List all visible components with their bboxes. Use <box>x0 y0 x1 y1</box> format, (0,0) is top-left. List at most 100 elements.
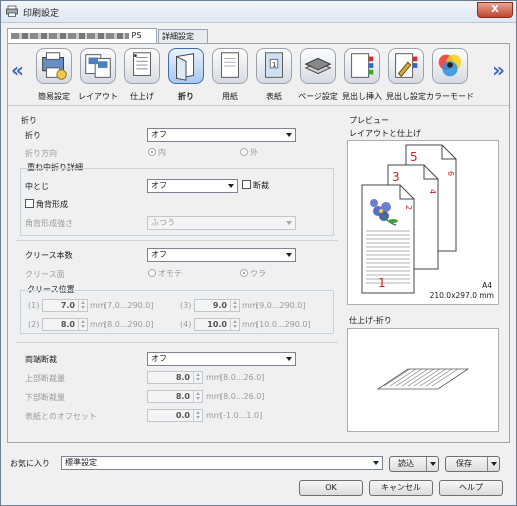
fold-icon <box>168 48 204 84</box>
top-trim-label: 上部断裁量 <box>25 374 65 383</box>
chevron-down-icon <box>286 253 292 257</box>
tab-setting-icon <box>388 48 424 84</box>
scroll-left-icon[interactable]: « <box>11 58 24 82</box>
scroll-right-icon[interactable]: » <box>492 58 505 82</box>
divider <box>16 342 338 343</box>
tab-printer[interactable]: PS <box>7 28 157 44</box>
range-hint: [8.0...26.0] <box>220 392 265 401</box>
range-hint: [10.0...290.0] <box>256 320 311 329</box>
chevron-down-icon <box>487 457 499 471</box>
crease-face-front-radio[interactable]: オモテ <box>148 268 182 279</box>
chevron-down-icon <box>286 133 292 137</box>
post-finish-label: 仕上げ-折り <box>349 316 392 325</box>
chevron-down-icon <box>373 461 379 465</box>
page-setting-icon <box>300 48 336 84</box>
color-mode-icon <box>432 48 468 84</box>
page-stack-preview: 5 6 3 4 1 2 <box>361 144 457 294</box>
page-number: 3 <box>392 170 400 184</box>
finishing-icon <box>124 48 160 84</box>
crease-pos-4-stepper[interactable]: 10.0 <box>194 318 240 331</box>
range-hint: [8.0...26.0] <box>220 373 265 382</box>
svg-text:1: 1 <box>272 61 276 69</box>
load-button[interactable]: 読込 <box>389 456 439 472</box>
crease-count-select[interactable]: オフ <box>147 248 296 262</box>
crease-face-back-radio[interactable]: ウラ <box>240 268 266 279</box>
crease-pos-3-stepper[interactable]: 9.0 <box>194 299 240 312</box>
paper-dimensions: 210.0x297.0 mm <box>429 291 494 300</box>
tab-detail-label: 詳細設定 <box>162 32 194 41</box>
page-number: 5 <box>410 150 418 164</box>
range-hint: [9.0...290.0] <box>256 301 306 310</box>
fold-preview-graphic <box>376 368 470 390</box>
close-button[interactable]: X <box>477 2 513 18</box>
paper-size: A4 <box>482 281 492 290</box>
staple-select[interactable]: オフ <box>147 179 238 193</box>
square-strength-label: 角背形成強さ <box>25 219 73 228</box>
crease-count-label: クリース本数 <box>25 251 73 260</box>
category-label: カラーモード <box>426 92 474 101</box>
window-title: 印刷設定 <box>23 9 60 19</box>
close-icon: X <box>491 4 499 15</box>
tab-detail-settings[interactable]: 詳細設定 <box>158 29 208 44</box>
favorites-select[interactable]: 標準設定 <box>61 456 383 470</box>
fold-preview <box>347 328 499 432</box>
page-number: 2 <box>404 205 413 210</box>
fold-direction-out-radio[interactable]: 外 <box>240 147 258 158</box>
fold-label: 折り <box>25 131 41 140</box>
cover-offset-label: 表紙とのオフセット <box>25 412 97 421</box>
trim-checkbox[interactable]: 断裁 <box>242 180 269 191</box>
category-icon-bar: « 簡易設定 レイアウト 仕上げ 折り 用紙 1 表紙 ページ設定 見出し挿入 … <box>8 44 509 106</box>
chevron-down-icon <box>286 357 292 361</box>
fold-direction-label: 折り方向 <box>25 149 57 158</box>
crease-pos-index: (3) <box>180 301 192 310</box>
bottom-trim-stepper[interactable]: 8.0 <box>147 390 203 403</box>
chevron-down-icon <box>426 457 438 471</box>
crease-pos-2-stepper[interactable]: 8.0 <box>42 318 88 331</box>
printer-name-redacted <box>11 33 129 39</box>
fold-select[interactable]: オフ <box>147 128 296 142</box>
save-button[interactable]: 保存 <box>445 456 500 472</box>
range-hint: [-1.0...1.0] <box>220 411 263 420</box>
settings-panel: « 簡易設定 レイアウト 仕上げ 折り 用紙 1 表紙 ページ設定 見出し挿入 … <box>7 43 510 443</box>
printer-icon <box>6 5 18 17</box>
crease-pos-index: (4) <box>180 320 192 329</box>
square-strength-select[interactable]: ふつう <box>147 216 296 230</box>
page-number: 1 <box>378 276 386 290</box>
top-trim-stepper[interactable]: 8.0 <box>147 371 203 384</box>
paper-icon <box>212 48 248 84</box>
layout-preview: 5 6 3 4 1 2 A4 210.0x297.0 mm <box>347 140 499 305</box>
cancel-button[interactable]: キャンセル <box>369 480 433 496</box>
crease-pos-index: (1) <box>28 301 40 310</box>
bottom-trim-label: 下部断裁量 <box>25 393 65 402</box>
title-bar: 印刷設定 X <box>1 1 516 23</box>
both-ends-trim-label: 両端断裁 <box>25 355 57 364</box>
cover-offset-stepper[interactable]: 0.0 <box>147 409 203 422</box>
crease-pos-1-stepper[interactable]: 7.0 <box>42 299 88 312</box>
quick-setup-icon <box>36 48 72 84</box>
cover-icon: 1 <box>256 48 292 84</box>
help-button[interactable]: ヘルプ <box>439 480 503 496</box>
ok-button[interactable]: OK <box>299 480 363 496</box>
favorites-label: お気に入り <box>10 459 50 468</box>
bottom-bar: お気に入り 標準設定 読込 保存 OK キャンセル ヘルプ <box>7 447 510 501</box>
preview-title: プレビュー <box>349 116 389 125</box>
staple-label: 中とじ <box>25 182 49 191</box>
category-color-mode[interactable]: カラーモード <box>426 46 474 104</box>
tab-insert-icon <box>344 48 380 84</box>
fold-direction-in-radio[interactable]: 内 <box>148 147 166 158</box>
layout-icon <box>80 48 116 84</box>
divider <box>16 240 338 241</box>
range-hint: [8.0...290.0] <box>104 320 154 329</box>
square-back-checkbox[interactable]: 角背形成 <box>25 199 68 210</box>
page-number: 6 <box>446 171 455 176</box>
range-hint: [7.0...290.0] <box>104 301 154 310</box>
crease-face-label: クリース面 <box>25 270 65 279</box>
chevron-down-icon <box>228 184 234 188</box>
both-ends-trim-select[interactable]: オフ <box>147 352 296 366</box>
fold-section-title: 折り <box>21 116 37 125</box>
print-settings-window: 印刷設定 X PS 詳細設定 « 簡易設定 レイアウト 仕上げ 折り 用紙 1 … <box>0 0 517 506</box>
crease-pos-index: (2) <box>28 320 40 329</box>
chevron-down-icon <box>286 221 292 225</box>
tab-printer-suffix: PS <box>131 31 142 40</box>
preview-layout-label: レイアウトと仕上げ <box>349 129 421 138</box>
